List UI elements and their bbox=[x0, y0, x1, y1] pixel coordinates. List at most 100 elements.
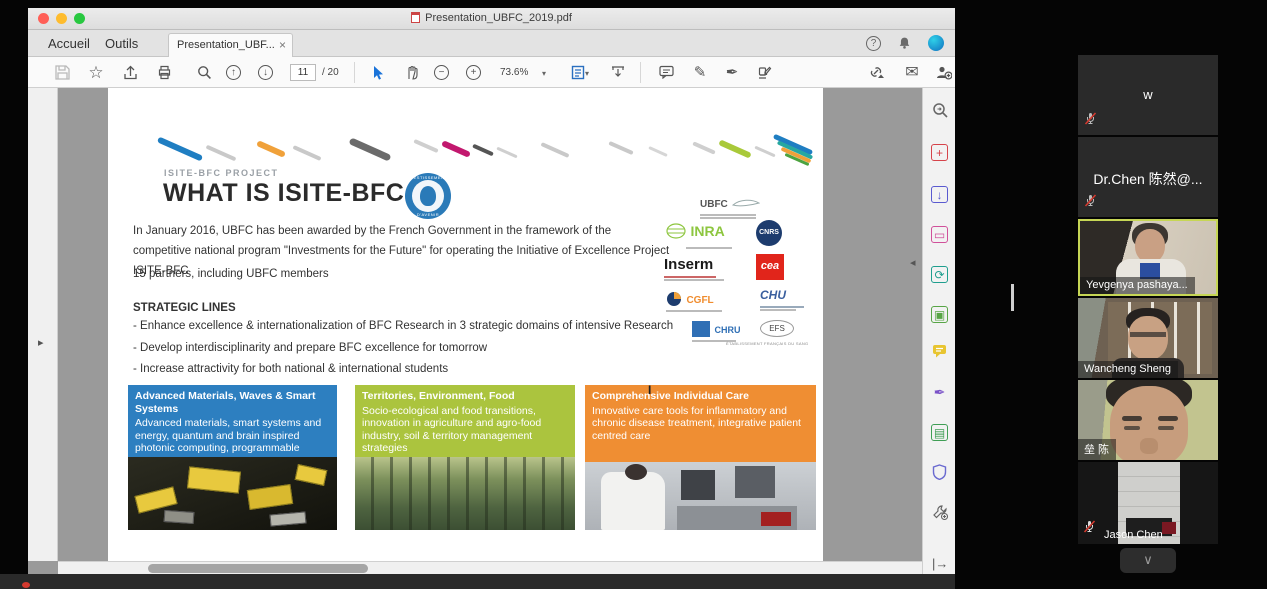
logo-ubfc: UBFC bbox=[700, 199, 728, 210]
strategic-bullet: - Develop interdisciplinarity and prepar… bbox=[133, 338, 693, 359]
share-indicator-dot bbox=[22, 582, 30, 588]
close-tab-icon[interactable]: × bbox=[279, 38, 286, 52]
zoom-in-icon[interactable]: + bbox=[466, 65, 481, 80]
edit-pdf-icon[interactable]: ▭ bbox=[931, 226, 948, 243]
right-tools-rail: + ↓ ▭ ⟳ ▣ ✒ ▤ |→ bbox=[922, 88, 955, 574]
share-link-icon[interactable] bbox=[866, 63, 886, 83]
investissements-avenir-badge: INVESTISSEMENTS D'AVENIR bbox=[405, 173, 451, 219]
domain-title: Comprehensive Individual Care bbox=[592, 390, 809, 403]
pdf-file-icon bbox=[411, 12, 420, 23]
comment-icon[interactable] bbox=[656, 63, 676, 83]
next-page-icon[interactable]: ↓ bbox=[258, 65, 273, 80]
email-icon[interactable]: ✉ bbox=[902, 63, 922, 83]
shared-screen-bottom-bar bbox=[0, 574, 955, 589]
forest-photo bbox=[355, 457, 575, 530]
person-add-icon[interactable] bbox=[934, 63, 954, 83]
expand-left-panel-icon[interactable]: ▸ bbox=[38, 336, 44, 349]
select-tool-icon[interactable] bbox=[368, 63, 388, 83]
mic-muted-icon bbox=[1084, 194, 1097, 212]
page-display-caret-icon[interactable]: ▾ bbox=[585, 69, 589, 78]
help-icon[interactable]: ? bbox=[866, 36, 881, 51]
logo-chu: CHU bbox=[760, 288, 786, 302]
scan-ocr-icon[interactable]: ▤ bbox=[931, 424, 948, 441]
save-icon[interactable] bbox=[52, 63, 72, 83]
participant-tile[interactable]: Jason Chen bbox=[1078, 462, 1218, 544]
left-panel-rail: ▸ bbox=[28, 88, 58, 561]
strategic-bullet: - Enhance excellence & internationalizat… bbox=[133, 316, 693, 337]
search-tools-icon[interactable] bbox=[931, 102, 948, 119]
mic-muted-icon bbox=[1083, 520, 1096, 538]
logo-inserm: Inserm bbox=[664, 256, 713, 273]
fill-sign-tool-icon[interactable]: ✒ bbox=[931, 384, 948, 401]
horizontal-scrollbar[interactable] bbox=[58, 561, 922, 574]
domain-body: Innovative care tools for inflammatory a… bbox=[592, 405, 809, 443]
share-upload-icon[interactable] bbox=[120, 63, 140, 83]
hand-tool-icon[interactable] bbox=[402, 63, 422, 83]
create-pdf-icon[interactable]: + bbox=[931, 144, 948, 161]
logo-inra: INRA bbox=[690, 223, 724, 239]
logo-efs-tagline: ÉTABLISSEMENT FRANÇAIS DU SANG bbox=[726, 341, 808, 346]
logo-cea: cea bbox=[756, 254, 784, 280]
tab-tools[interactable]: Outils bbox=[105, 36, 138, 51]
comment-tool-icon[interactable] bbox=[931, 344, 948, 361]
participant-name: 垒 陈 bbox=[1078, 439, 1116, 460]
collapse-right-panel-icon[interactable]: ◂ bbox=[910, 256, 916, 269]
participant-tile-active-speaker[interactable]: Yevgenya pashaya... bbox=[1078, 219, 1218, 296]
more-tools-icon[interactable] bbox=[931, 504, 948, 521]
partner-logos: UBFC INRA CNRS Inserm cea bbox=[664, 194, 823, 344]
notifications-bell-icon[interactable] bbox=[898, 36, 911, 55]
panel-drag-handle[interactable] bbox=[1011, 284, 1014, 311]
zoom-out-icon[interactable]: − bbox=[434, 65, 449, 80]
slide-title: WHAT IS ISITE-BFC ? bbox=[163, 179, 428, 208]
text-cursor: I bbox=[648, 383, 651, 397]
page-number-input[interactable] bbox=[290, 64, 316, 81]
export-pdf-icon[interactable]: ↓ bbox=[931, 186, 948, 203]
page-total-label: / 20 bbox=[322, 67, 339, 78]
combine-files-icon[interactable]: ▣ bbox=[931, 306, 948, 323]
tab-document[interactable]: Presentation_UBF... × bbox=[168, 33, 293, 57]
domain-body: Socio-ecological and food transitions, i… bbox=[362, 405, 568, 455]
zoom-level-caret-icon[interactable]: ▾ bbox=[542, 69, 546, 78]
participant-tile[interactable]: w bbox=[1078, 55, 1218, 135]
window-title: Presentation_UBFC_2019.pdf bbox=[28, 12, 955, 24]
pdf-page: ISITE-BFC PROJECT WHAT IS ISITE-BFC ? IN… bbox=[108, 88, 823, 561]
main-toolbar: ☆ ↑ ↓ / 20 − + 73.6% ▾ ▾ bbox=[28, 57, 955, 88]
strategic-heading: STRATEGIC LINES bbox=[133, 298, 236, 318]
participant-name: Wancheng Sheng bbox=[1078, 361, 1178, 378]
acrobat-window: Presentation_UBFC_2019.pdf Accueil Outil… bbox=[28, 8, 955, 574]
previous-page-icon[interactable]: ↑ bbox=[226, 65, 241, 80]
print-icon[interactable] bbox=[154, 63, 174, 83]
marianne-face-icon bbox=[420, 186, 436, 206]
domain-title: Advanced Materials, Waves & Smart System… bbox=[135, 390, 330, 415]
participant-tile[interactable]: 垒 陈 bbox=[1078, 380, 1218, 460]
logo-cgfl: CGFL bbox=[686, 295, 713, 306]
intro-line2: 15 partners, including UBFC members bbox=[133, 264, 671, 284]
fill-sign-icon[interactable]: ✒ bbox=[722, 63, 742, 83]
convert-pdf-icon[interactable]: ⟳ bbox=[931, 266, 948, 283]
domain-title: Territories, Environment, Food bbox=[362, 390, 568, 403]
toolbar-divider bbox=[354, 62, 355, 83]
participant-name: Jason Chen bbox=[1098, 527, 1170, 544]
tab-home[interactable]: Accueil bbox=[48, 36, 90, 51]
slide-kicker: ISITE-BFC PROJECT bbox=[164, 168, 279, 178]
participant-name: Dr.Chen 陈然@... bbox=[1078, 169, 1218, 189]
strategic-bullet: - Increase attractivity for both nationa… bbox=[133, 359, 693, 380]
materials-photo bbox=[128, 457, 337, 530]
chevron-down-icon: ∨ bbox=[1143, 552, 1153, 567]
page-width-icon[interactable] bbox=[608, 63, 628, 83]
open-tools-pane-icon[interactable]: |→ bbox=[932, 556, 948, 571]
logo-chru: CHRU bbox=[714, 325, 740, 335]
participant-name: w bbox=[1078, 87, 1218, 102]
participant-tile[interactable]: Wancheng Sheng bbox=[1078, 298, 1218, 378]
protect-shield-icon[interactable] bbox=[931, 464, 948, 481]
logo-chru-mark bbox=[692, 321, 710, 337]
star-icon[interactable]: ☆ bbox=[86, 63, 106, 83]
zoom-level-value[interactable]: 73.6% bbox=[500, 67, 528, 78]
account-avatar[interactable] bbox=[928, 35, 944, 51]
participant-tile[interactable]: Dr.Chen 陈然@... bbox=[1078, 137, 1218, 217]
highlight-icon[interactable]: ✎ bbox=[690, 63, 710, 83]
stamp-icon[interactable] bbox=[754, 63, 774, 83]
collapse-videos-button[interactable]: ∨ bbox=[1120, 548, 1176, 573]
horizontal-scrollbar-thumb[interactable] bbox=[148, 564, 368, 573]
search-icon[interactable] bbox=[194, 63, 214, 83]
